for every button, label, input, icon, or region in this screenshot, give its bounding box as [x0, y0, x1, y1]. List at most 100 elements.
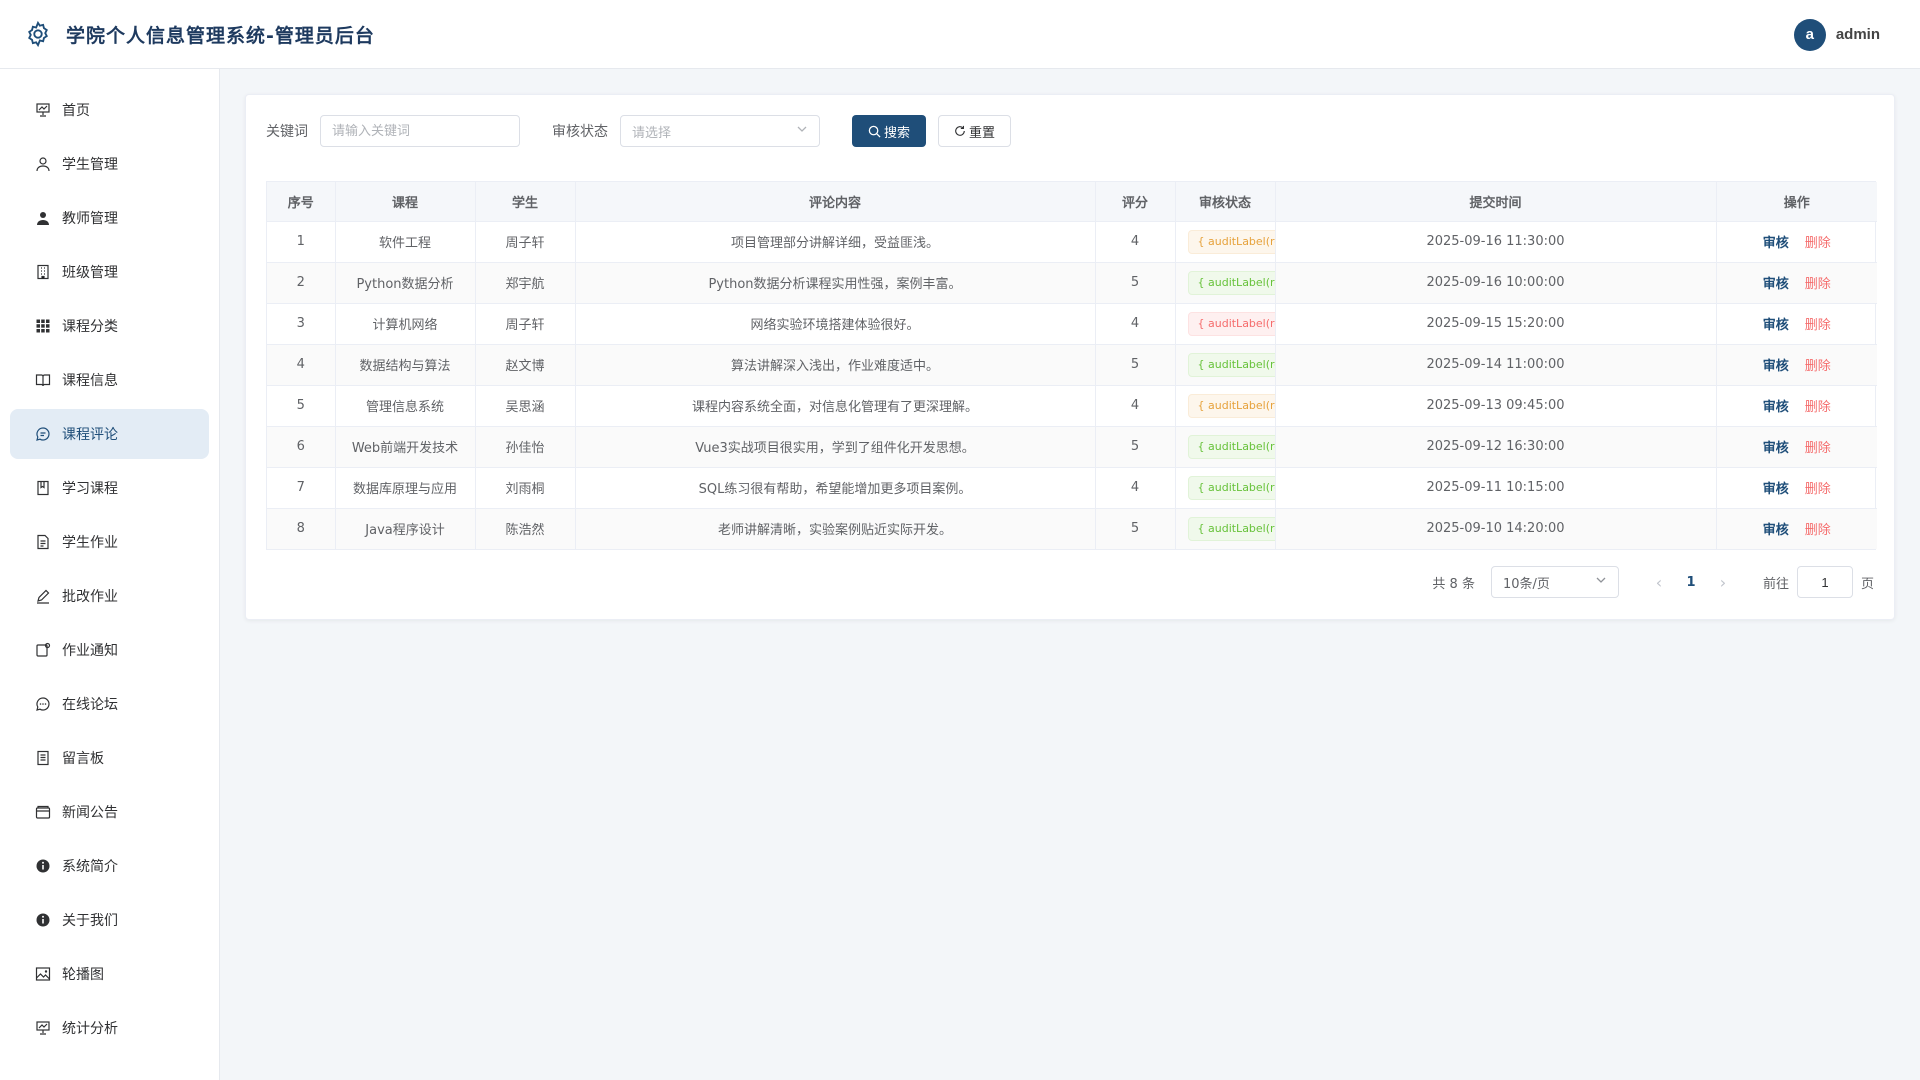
status-select-placeholder: 请选择 — [632, 125, 672, 141]
reset-button[interactable]: 重置 — [938, 115, 1012, 147]
pagination-total: 共 8 条 — [1432, 576, 1475, 592]
sidebar-item-label: 系统简介 — [62, 859, 118, 875]
sidebar-item-6[interactable]: 课程信息 — [10, 355, 209, 405]
table-row: 7 数据库原理与应用 刘雨桐 SQL练习很有帮助，希望能增加更多项目案例。 4 { aud… — [267, 467, 1877, 509]
sidebar-item-7[interactable]: 课程评论 — [10, 409, 209, 459]
search-button[interactable]: 搜索 — [852, 115, 927, 147]
wallet-icon — [34, 803, 52, 821]
avatar[interactable]: a — [1793, 18, 1826, 51]
prev-page-button[interactable]: ‹ — [1643, 573, 1675, 592]
cell-status: { auditLabel(ro — [1175, 221, 1276, 263]
delete-button[interactable]: 删除 — [1805, 482, 1831, 497]
cell-student: 赵文博 — [475, 344, 576, 386]
sidebar-item-label: 学生管理 — [62, 157, 118, 173]
cell-actions: 审核 删除 — [1716, 467, 1877, 509]
next-page-button[interactable]: › — [1707, 573, 1739, 592]
cell-status: { auditLabel(ro — [1175, 303, 1276, 345]
audit-button[interactable]: 审核 — [1763, 318, 1789, 333]
delete-button[interactable]: 删除 — [1805, 277, 1831, 292]
sidebar-item-2[interactable]: 学生管理 — [10, 139, 209, 189]
sidebar-item-10[interactable]: 批改作业 — [10, 571, 209, 621]
status-select[interactable]: 请选择 — [620, 115, 820, 147]
goto-page-input[interactable] — [1796, 566, 1853, 598]
sidebar-item-label: 统计分析 — [62, 1021, 118, 1037]
col-header-no: 序号 — [267, 182, 336, 222]
picture-icon — [34, 965, 52, 983]
comment-table: 序号 课程 学生 评论内容 评分 审核状态 提交时间 操作 1 软件工程 周子轩 项目… — [266, 181, 1877, 550]
cell-no: 4 — [267, 344, 336, 386]
cell-status: { auditLabel(ro — [1175, 467, 1276, 509]
keyword-label: 关键词 — [266, 124, 308, 140]
sidebar-item-19[interactable] — [10, 1057, 209, 1080]
cell-course: Web前端开发技术 — [335, 426, 476, 468]
audit-button[interactable]: 审核 — [1763, 441, 1789, 456]
more-icon — [34, 1073, 52, 1080]
notebook-icon — [34, 479, 52, 497]
delete-button[interactable]: 删除 — [1805, 523, 1831, 538]
sidebar-item-15[interactable]: 系统简介 — [10, 841, 209, 891]
cell-time: 2025-09-15 15:20:00 — [1275, 303, 1717, 345]
sidebar-item-14[interactable]: 新闻公告 — [10, 787, 209, 837]
sidebar-item-13[interactable]: 留言板 — [10, 733, 209, 783]
sidebar-item-label: 学习课程 — [62, 481, 118, 497]
cell-score: 5 — [1095, 508, 1176, 549]
cell-actions: 审核 删除 — [1716, 344, 1877, 386]
cell-time: 2025-09-11 10:15:00 — [1275, 467, 1717, 509]
cell-time: 2025-09-16 11:30:00 — [1275, 221, 1717, 263]
sidebar-item-9[interactable]: 学生作业 — [10, 517, 209, 567]
sidebar-item-3[interactable]: 教师管理 — [10, 193, 209, 243]
audit-button[interactable]: 审核 — [1763, 482, 1789, 497]
delete-button[interactable]: 删除 — [1805, 236, 1831, 251]
cell-content: 项目管理部分讲解详细，受益匪浅。 — [575, 221, 1096, 263]
sidebar-item-4[interactable]: 班级管理 — [10, 247, 209, 297]
sidebar-item-1[interactable]: 首页 — [10, 85, 209, 135]
chevron-down-icon — [1595, 574, 1607, 590]
status-badge: { auditLabel(ro — [1187, 475, 1274, 500]
sidebar-item-8[interactable]: 学习课程 — [10, 463, 209, 513]
cell-time: 2025-09-16 10:00:00 — [1275, 262, 1717, 304]
cell-actions: 审核 删除 — [1716, 262, 1877, 304]
audit-button[interactable]: 审核 — [1763, 523, 1789, 538]
cell-actions: 审核 删除 — [1716, 221, 1877, 263]
delete-button[interactable]: 删除 — [1805, 441, 1831, 456]
top-header: 学院个人信息管理系统-管理员后台 a admin — [0, 0, 1920, 69]
gear-icon — [24, 20, 52, 48]
cell-no: 7 — [267, 467, 336, 509]
sidebar-item-18[interactable]: 统计分析 — [10, 1003, 209, 1053]
cell-no: 8 — [267, 508, 336, 549]
status-badge: { auditLabel(ro — [1187, 229, 1274, 254]
page-size-select[interactable]: 10条/页 — [1490, 566, 1619, 598]
audit-button[interactable]: 审核 — [1763, 236, 1789, 251]
cell-course: 软件工程 — [335, 221, 476, 263]
sidebar-item-17[interactable]: 轮播图 — [10, 949, 209, 999]
sidebar-item-16[interactable]: 关于我们 — [10, 895, 209, 945]
keyword-input[interactable] — [320, 115, 520, 147]
table-row: 6 Web前端开发技术 孙佳怡 Vue3实战项目很实用，学到了组件化开发思想。 5 { a… — [267, 426, 1877, 468]
goto-label: 前往 — [1762, 576, 1789, 592]
cell-time: 2025-09-14 11:00:00 — [1275, 344, 1717, 386]
memo-icon — [34, 749, 52, 767]
app-title: 学院个人信息管理系统-管理员后台 — [66, 24, 375, 47]
delete-button[interactable]: 删除 — [1805, 359, 1831, 374]
audit-button[interactable]: 审核 — [1763, 359, 1789, 374]
sidebar-item-label: 课程评论 — [62, 427, 118, 443]
page-suffix-label: 页 — [1860, 576, 1874, 592]
audit-button[interactable]: 审核 — [1763, 277, 1789, 292]
cell-no: 6 — [267, 426, 336, 468]
cell-student: 刘雨桐 — [475, 467, 576, 509]
sidebar-item-5[interactable]: 课程分类 — [10, 301, 209, 351]
notification-icon — [34, 641, 52, 659]
table-row: 5 管理信息系统 吴思涵 课程内容系统全面，对信息化管理有了更深理解。 4 { audit… — [267, 385, 1877, 427]
cell-actions: 审核 删除 — [1716, 303, 1877, 345]
col-header-content: 评论内容 — [575, 182, 1096, 222]
sidebar-item-11[interactable]: 作业通知 — [10, 625, 209, 675]
user-menu[interactable]: a admin — [1793, 0, 1880, 69]
delete-button[interactable]: 删除 — [1805, 318, 1831, 333]
sidebar-item-12[interactable]: 在线论坛 — [10, 679, 209, 729]
audit-button[interactable]: 审核 — [1763, 400, 1789, 415]
col-header-actions: 操作 — [1716, 182, 1877, 222]
delete-button[interactable]: 删除 — [1805, 400, 1831, 415]
page-number-current[interactable]: 1 — [1675, 575, 1707, 590]
cell-content: Vue3实战项目很实用，学到了组件化开发思想。 — [575, 426, 1096, 468]
username[interactable]: admin — [1836, 26, 1880, 43]
